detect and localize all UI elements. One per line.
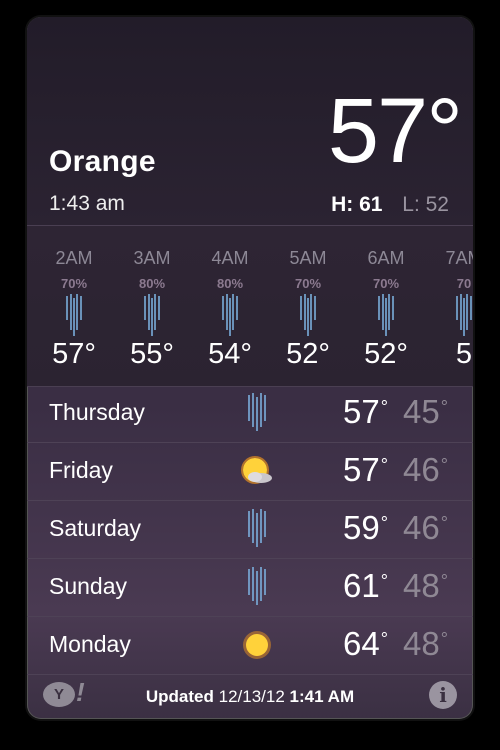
rain-icon: [378, 294, 394, 336]
footer: Y ! Updated 12/13/12 1:41 AM i: [27, 673, 473, 719]
rain-icon: [248, 567, 266, 605]
current-conditions: Orange 1:43 am 57° H: 61 L: 52: [27, 17, 473, 225]
hourly-item: 7AM 70 5: [425, 226, 473, 386]
hour-label: 5AM: [289, 248, 327, 268]
rain-animation-icon: [186, 17, 316, 170]
precip-chance: 80%: [138, 276, 166, 291]
info-button[interactable]: i: [429, 681, 457, 709]
sun-icon: [243, 631, 271, 659]
rain-icon: [300, 294, 316, 336]
day-name: Saturday: [49, 515, 142, 541]
rain-icon: [248, 393, 266, 431]
precip-chance: 70: [456, 276, 472, 291]
forecast-row: Monday 64° 48°: [27, 617, 473, 675]
precip-chance: 70%: [60, 276, 88, 291]
hour-temp: 5: [455, 338, 473, 370]
hourly-item: 4AM 80% 54°: [191, 226, 269, 386]
hour-label: 7AM: [445, 248, 473, 268]
day-low: 48°: [403, 567, 448, 604]
day-low: 46°: [403, 509, 448, 546]
hour-label: 4AM: [211, 248, 249, 268]
day-high: 61°: [343, 567, 388, 604]
hour-label: 3AM: [133, 248, 171, 268]
precip-chance: 80%: [216, 276, 244, 291]
day-name: Friday: [49, 457, 113, 483]
hourly-item: 5AM 70% 52°: [269, 226, 347, 386]
local-time: 1:43 am: [49, 192, 125, 215]
rain-icon: [456, 294, 472, 336]
updated-time: 1:41 AM: [289, 687, 355, 706]
precip-chance: 70%: [294, 276, 322, 291]
hour-temp: 54°: [208, 338, 252, 370]
day-high: 57°: [343, 393, 388, 430]
day-low: 45°: [403, 393, 448, 430]
hourly-forecast[interactable]: 2AM 70% 57° 3AM 80% 55° 4AM 80% 54° 5AM …: [27, 225, 473, 387]
rain-icon: [66, 294, 82, 336]
hourly-item: 3AM 80% 55°: [113, 226, 191, 386]
high-low: H: 61 L: 52: [331, 193, 449, 217]
rain-icon: [248, 509, 266, 547]
day-low: 46°: [403, 451, 448, 488]
weather-card: Orange 1:43 am 57° H: 61 L: 52 2AM 70% 5…: [27, 17, 473, 719]
day-name: Thursday: [49, 399, 145, 425]
hour-temp: 52°: [364, 338, 408, 370]
day-low: 48°: [403, 625, 448, 662]
forecast-row: Sunday 61° 48°: [27, 559, 473, 617]
rain-icon: [222, 294, 238, 336]
day-high: 64°: [343, 625, 388, 662]
hour-temp: 55°: [130, 338, 174, 370]
updated-label: Updated: [145, 687, 214, 706]
hour-temp: 57°: [52, 338, 96, 370]
day-high: 57°: [343, 451, 388, 488]
hourly-item: 6AM 70% 52°: [347, 226, 425, 386]
hour-label: 2AM: [55, 248, 93, 268]
current-temperature: 57°: [327, 80, 463, 182]
forecast-row: Friday 57° 46°: [27, 443, 473, 501]
hour-temp: 52°: [286, 338, 330, 370]
day-name: Sunday: [49, 573, 128, 599]
high-temp: H: 61: [331, 193, 383, 216]
day-name: Monday: [49, 631, 131, 657]
forecast-row: Saturday 59° 46°: [27, 501, 473, 559]
hour-label: 6AM: [367, 248, 405, 268]
partly-sunny-icon: [241, 456, 272, 484]
precip-chance: 70%: [372, 276, 400, 291]
hourly-item: 2AM 70% 57°: [35, 226, 113, 386]
day-high: 59°: [343, 509, 388, 546]
low-temp: L: 52: [402, 193, 449, 216]
forecast-row: Thursday 57° 45°: [27, 385, 473, 443]
rain-icon: [144, 294, 160, 336]
updated-status: Updated 12/13/12 1:41 AM: [27, 687, 473, 707]
updated-date: 12/13/12: [218, 687, 285, 706]
city-name: Orange: [49, 145, 156, 178]
